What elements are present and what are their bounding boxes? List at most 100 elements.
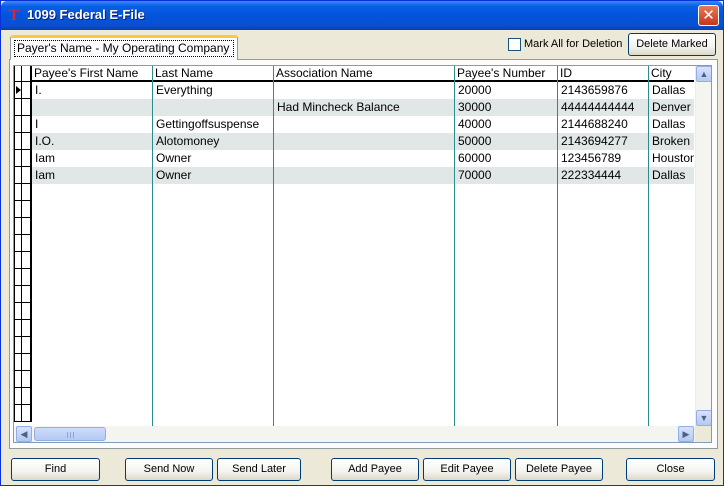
row-header[interactable]: [14, 184, 32, 201]
column-header[interactable]: Payee's Number: [455, 66, 558, 80]
column-header[interactable]: ID: [558, 66, 649, 80]
horizontal-scroll-thumb[interactable]: [34, 427, 106, 441]
delete-marked-button[interactable]: Delete Marked: [628, 33, 716, 56]
column-divider: [152, 66, 153, 426]
row-header[interactable]: [14, 286, 32, 303]
row-header[interactable]: [14, 354, 32, 371]
row-header[interactable]: [14, 133, 32, 150]
table-cell[interactable]: Alotomoney: [153, 133, 274, 150]
table-cell[interactable]: Owner: [153, 167, 274, 184]
payee-grid: Payee's First Name Last Name Association N…: [13, 65, 712, 443]
delete-payee-button[interactable]: Delete Payee: [515, 458, 603, 481]
current-row-indicator-icon: [16, 86, 21, 94]
mark-all-checkbox[interactable]: [508, 38, 521, 51]
row-header-column: [14, 66, 32, 442]
table-cell[interactable]: Broken: [649, 133, 694, 150]
table-cell[interactable]: 20000: [455, 82, 558, 99]
table-cell[interactable]: 50000: [455, 133, 558, 150]
scroll-down-icon[interactable]: ▼: [696, 410, 711, 426]
row-header[interactable]: [14, 252, 32, 269]
row-header[interactable]: [14, 405, 32, 422]
column-header[interactable]: Payee's First Name: [32, 66, 153, 80]
table-cell[interactable]: Dallas: [649, 116, 694, 133]
table-cell[interactable]: Dallas: [649, 167, 694, 184]
row-header[interactable]: [14, 82, 32, 99]
send-now-button[interactable]: Send Now: [125, 458, 213, 481]
table-row[interactable]: Had Mincheck Balance 30000 44444444444 Denv…: [32, 99, 694, 116]
table-row[interactable]: Iam Owner 70000 222334444 Dallas: [32, 167, 694, 184]
scroll-up-icon[interactable]: ▲: [696, 66, 711, 82]
row-header[interactable]: [14, 116, 32, 133]
row-header[interactable]: [14, 235, 32, 252]
scroll-left-icon[interactable]: ◀: [16, 426, 32, 442]
table-cell[interactable]: Denver: [649, 99, 694, 116]
column-header[interactable]: Association Name: [274, 66, 455, 80]
row-header[interactable]: [14, 337, 32, 354]
table-cell[interactable]: Had Mincheck Balance: [274, 99, 455, 116]
table-cell[interactable]: I.: [32, 82, 153, 99]
column-divider: [454, 66, 455, 426]
scroll-corner: [695, 426, 711, 442]
row-header[interactable]: [14, 167, 32, 184]
row-header[interactable]: [14, 388, 32, 405]
table-cell[interactable]: 2143694277: [558, 133, 649, 150]
table-cell[interactable]: Dallas: [649, 82, 694, 99]
find-button[interactable]: Find: [11, 458, 100, 481]
row-header[interactable]: [14, 269, 32, 286]
row-header[interactable]: [14, 150, 32, 167]
table-cell[interactable]: [274, 167, 455, 184]
table-cell[interactable]: Owner: [153, 150, 274, 167]
title-bar[interactable]: T 1099 Federal E-File ✕: [1, 1, 723, 30]
table-cell[interactable]: [274, 133, 455, 150]
row-header[interactable]: [14, 218, 32, 235]
table-cell[interactable]: 60000: [455, 150, 558, 167]
table-cell[interactable]: [274, 82, 455, 99]
table-cell[interactable]: Houston: [649, 150, 694, 167]
table-cell[interactable]: 2144688240: [558, 116, 649, 133]
column-header[interactable]: City: [649, 66, 694, 80]
table-cell[interactable]: 40000: [455, 116, 558, 133]
table-cell[interactable]: 44444444444: [558, 99, 649, 116]
vertical-scrollbar[interactable]: ▲ ▼: [695, 66, 711, 426]
table-row[interactable]: I. Everything 20000 2143659876 Dallas: [32, 82, 694, 99]
table-cell[interactable]: 70000: [455, 167, 558, 184]
row-header[interactable]: [14, 201, 32, 218]
table-cell[interactable]: Everything: [153, 82, 274, 99]
table-cell[interactable]: 2143659876: [558, 82, 649, 99]
app-logo-icon: T: [8, 7, 20, 24]
table-cell[interactable]: [274, 116, 455, 133]
row-header[interactable]: [14, 371, 32, 388]
close-button[interactable]: Close: [626, 458, 715, 481]
row-header[interactable]: [14, 303, 32, 320]
window-close-button[interactable]: ✕: [698, 5, 719, 26]
table-row[interactable]: Iam Owner 60000 123456789 Houston: [32, 150, 694, 167]
mark-all-label: Mark All for Deletion: [524, 38, 623, 50]
horizontal-scrollbar[interactable]: ◀ ▶: [14, 426, 695, 442]
table-row[interactable]: I Gettingoffsuspense 40000 2144688240 Dallas: [32, 116, 694, 133]
column-divider: [648, 66, 649, 426]
grid-header-row: Payee's First Name Last Name Association N…: [32, 66, 694, 82]
app-window: T 1099 Federal E-File ✕ Payer's Name - M…: [0, 0, 724, 486]
table-cell[interactable]: I.O.: [32, 133, 153, 150]
table-cell[interactable]: 222334444: [558, 167, 649, 184]
table-cell[interactable]: Iam: [32, 150, 153, 167]
table-cell[interactable]: Gettingoffsuspense: [153, 116, 274, 133]
table-cell[interactable]: I: [32, 116, 153, 133]
table-row[interactable]: I.O. Alotomoney 50000 2143694277 Broken: [32, 133, 694, 150]
send-later-button[interactable]: Send Later: [217, 458, 301, 481]
tab-payer-label: Payer's Name - My Operating Company: [14, 40, 234, 57]
row-header[interactable]: [14, 320, 32, 337]
table-cell[interactable]: 30000: [455, 99, 558, 116]
row-header[interactable]: [14, 99, 32, 116]
table-cell[interactable]: [274, 150, 455, 167]
scroll-right-icon[interactable]: ▶: [678, 426, 694, 442]
edit-payee-button[interactable]: Edit Payee: [423, 458, 511, 481]
table-cell[interactable]: Iam: [32, 167, 153, 184]
table-cell[interactable]: [153, 99, 274, 116]
column-header[interactable]: Last Name: [153, 66, 274, 80]
tab-payer[interactable]: Payer's Name - My Operating Company: [10, 35, 238, 60]
add-payee-button[interactable]: Add Payee: [331, 458, 419, 481]
table-cell[interactable]: 123456789: [558, 150, 649, 167]
column-divider: [557, 66, 558, 426]
table-cell[interactable]: [32, 99, 153, 116]
